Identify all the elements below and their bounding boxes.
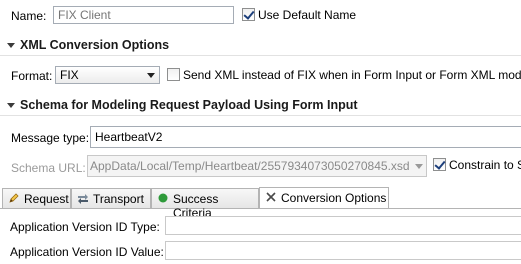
collapse-triangle-icon[interactable] (7, 43, 15, 48)
constrain-label: Constrain to S (449, 158, 521, 172)
app-version-id-type-label: Application Version ID Type: (10, 220, 160, 234)
app-version-id-value-label: Application Version ID Value: (10, 245, 164, 259)
schema-url-value: AppData/Local/Temp/Heartbeat/25579340730… (90, 159, 410, 173)
tab-conversion-options-label: Conversion Options (281, 191, 387, 205)
xml-conversion-section-title: XML Conversion Options (20, 38, 170, 52)
pencil-icon (9, 193, 19, 203)
name-input[interactable] (53, 6, 234, 24)
format-label: Format: (11, 69, 53, 83)
transport-icon (78, 194, 88, 204)
send-xml-label: Send XML instead of FIX when in Form Inp… (183, 68, 521, 82)
section-divider (0, 55, 521, 56)
green-circle-icon (158, 193, 168, 203)
chevron-down-icon (147, 73, 155, 78)
message-type-label: Message type: (11, 131, 90, 145)
constrain-checkbox[interactable] (433, 158, 446, 171)
message-type-value: HeartbeatV2 (95, 130, 163, 144)
xml-conversion-section-header[interactable]: XML Conversion Options (0, 36, 521, 56)
tab-bar-line (0, 208, 521, 209)
chevron-down-icon (415, 164, 423, 169)
tab-request[interactable]: Request (2, 188, 71, 208)
tab-conversion-options[interactable]: Conversion Options (259, 187, 389, 208)
section-divider (0, 115, 521, 116)
tab-request-label: Request (24, 192, 69, 206)
message-type-input[interactable]: HeartbeatV2 (90, 126, 521, 148)
format-select[interactable]: FIX (55, 66, 160, 84)
name-label: Name: (11, 9, 47, 23)
conversion-icon (266, 192, 276, 202)
schema-url-label: Schema URL: (11, 161, 86, 175)
app-version-id-value-input[interactable] (165, 241, 521, 260)
schema-url-dropdown-button (411, 156, 426, 176)
schema-section-header[interactable]: Schema for Modeling Request Payload Usin… (0, 96, 521, 116)
send-xml-checkbox[interactable] (167, 68, 180, 81)
app-version-id-type-input[interactable] (165, 216, 521, 235)
tab-transport-label: Transport (93, 192, 144, 206)
format-select-value: FIX (60, 68, 79, 82)
schema-url-combo: AppData/Local/Temp/Heartbeat/25579340730… (87, 155, 427, 177)
use-default-name-label: Use Default Name (258, 8, 357, 22)
use-default-name-checkbox[interactable] (242, 8, 255, 21)
collapse-triangle-icon[interactable] (7, 103, 15, 108)
schema-section-title: Schema for Modeling Request Payload Usin… (20, 98, 358, 112)
tab-transport[interactable]: Transport (71, 188, 151, 208)
tab-success-criteria[interactable]: Success Criteria (151, 188, 259, 220)
